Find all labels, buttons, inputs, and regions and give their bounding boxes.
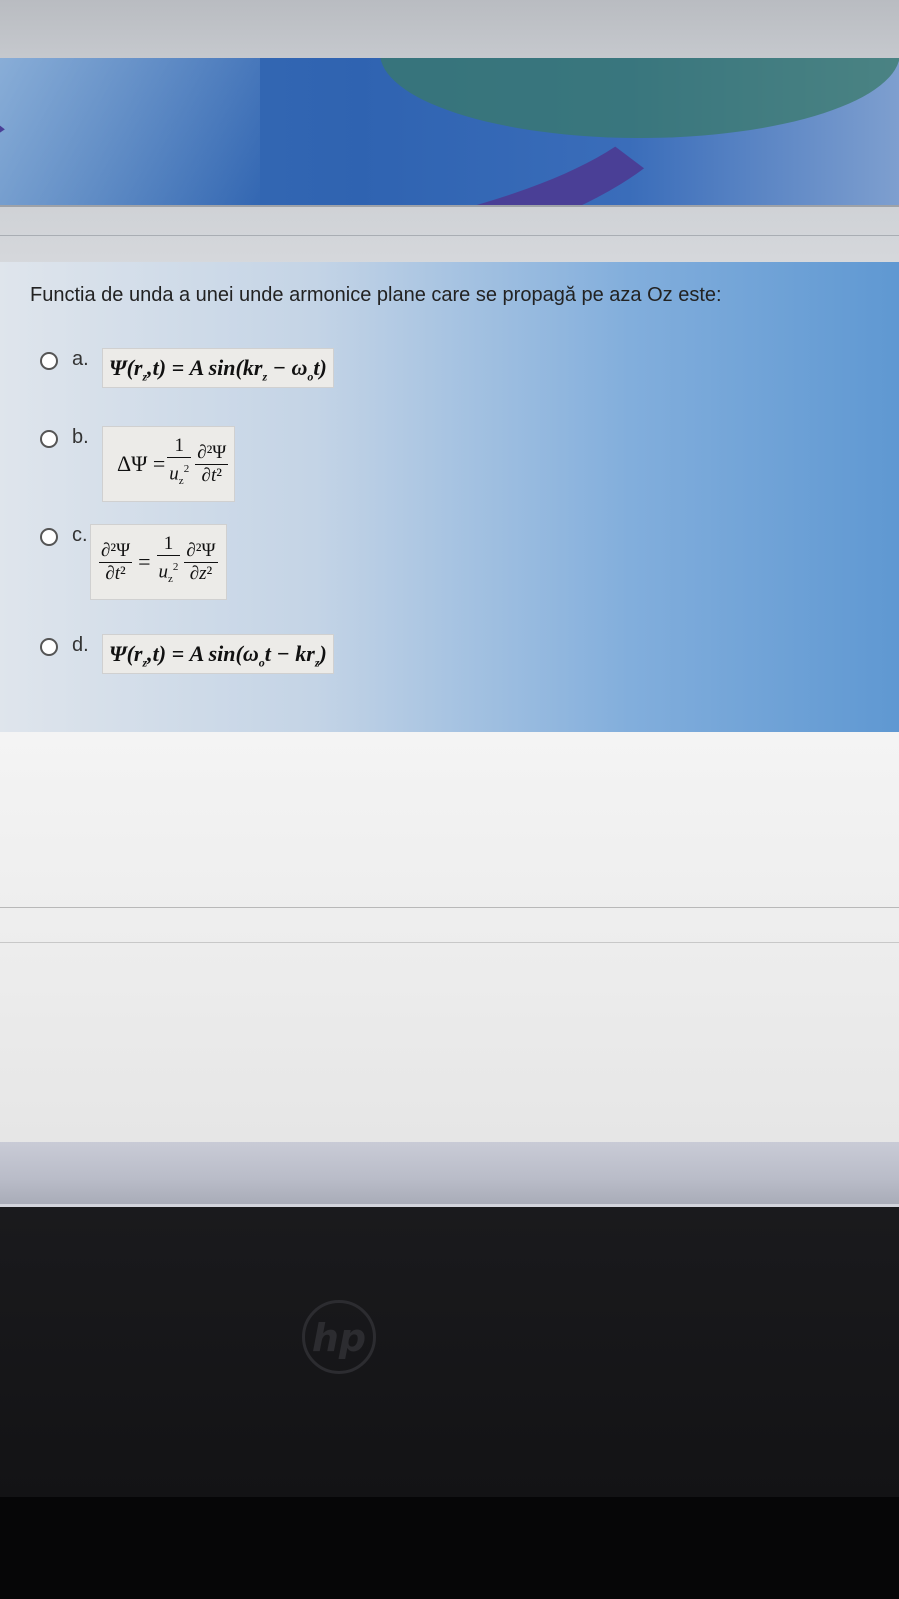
header-banner-image [0,58,899,208]
divider [0,235,899,236]
question-card: Functia de unda a unei unde armonice pla… [0,262,899,732]
radio-button-b[interactable] [40,430,58,448]
formula-a: Ψ(rz,t) = A sin(krz − ωot) [102,348,334,388]
option-d[interactable]: d. Ψ(rz,t) = A sin(ωot − krz) [40,634,334,674]
option-letter-a: a. [72,348,89,370]
formula-b: ΔΨ = 1 uz2 ∂²Ψ ∂t² [102,426,236,502]
option-b[interactable]: b. ΔΨ = 1 uz2 ∂²Ψ ∂t² [40,426,236,502]
page-blank-area [0,732,899,1142]
radio-button-d[interactable] [40,638,58,656]
radio-button-c[interactable] [40,528,58,546]
page-header-area [0,205,899,267]
option-c[interactable]: c. ∂²Ψ ∂t² = 1 uz2 ∂²Ψ ∂z² [40,524,227,600]
divider [0,907,899,908]
divider [0,942,899,943]
option-a[interactable]: a. Ψ(rz,t) = A sin(krz − ωot) [40,348,334,388]
question-text: Functia de unda a unei unde armonice pla… [30,284,722,306]
laptop-bezel [0,1207,899,1497]
option-letter-d: d. [72,634,89,656]
formula-d: Ψ(rz,t) = A sin(ωot − krz) [102,634,334,674]
formula-c: ∂²Ψ ∂t² = 1 uz2 ∂²Ψ ∂z² [90,524,227,600]
option-letter-b: b. [72,426,89,448]
radio-button-a[interactable] [40,352,58,370]
taskbar [0,1142,899,1207]
laptop-edge [0,1497,899,1599]
hp-logo: hp [302,1300,376,1374]
photo-of-laptop-screen: Functia de unda a unei unde armonice pla… [0,0,899,1599]
